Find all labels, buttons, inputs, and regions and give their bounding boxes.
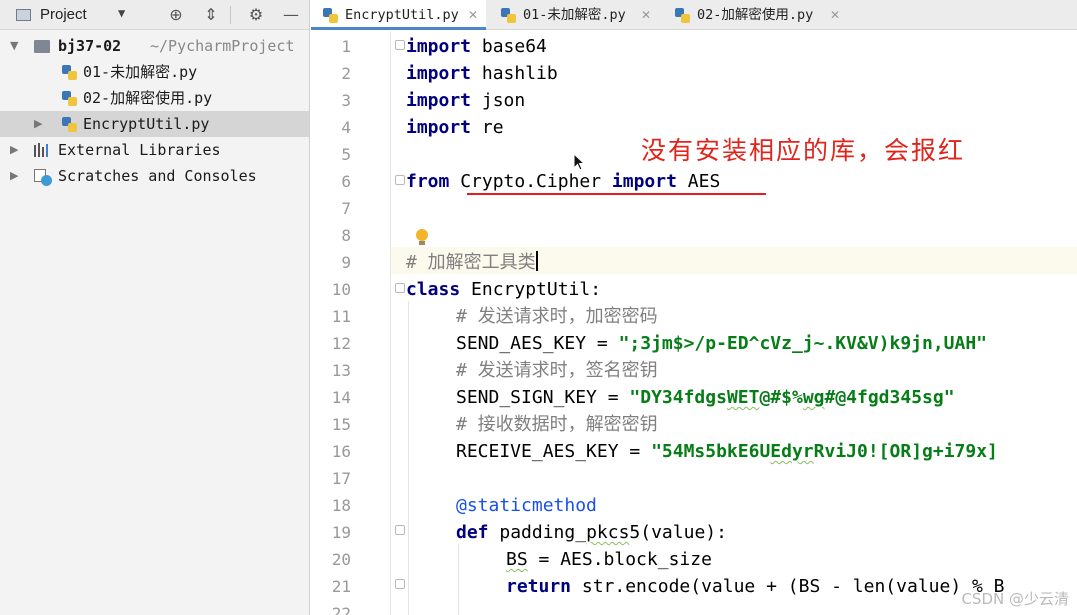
collapse-all-icon[interactable]: ⇕ [200, 4, 222, 26]
python-file-icon [62, 65, 77, 80]
line-number: 21 [331, 577, 351, 596]
minimize-icon[interactable]: — [280, 4, 302, 26]
python-file-icon [323, 8, 338, 23]
line-number: 6 [341, 172, 351, 191]
tab-label: EncryptUtil.py [345, 7, 459, 23]
tree-item-file-selected[interactable]: ▶ EncryptUtil.py [0, 111, 309, 137]
line-number: 20 [331, 550, 351, 569]
project-tool-window: Project ▼ ⊕ ⇕ ⚙ — ▼ bj37-02 ~/PycharmPro… [0, 0, 310, 615]
tab-encryptutil[interactable]: EncryptUtil.py ✕ [311, 0, 486, 30]
python-file-icon [675, 8, 690, 23]
gear-icon[interactable]: ⚙ [245, 4, 267, 26]
lightbulb-icon[interactable] [416, 229, 428, 245]
line-number: 8 [341, 226, 351, 245]
line-number: 17 [331, 469, 351, 488]
chevron-down-icon[interactable]: ▼ [118, 6, 125, 20]
locate-icon[interactable]: ⊕ [165, 4, 187, 26]
tree-item-project-root[interactable]: ▼ bj37-02 ~/PycharmProject [0, 33, 309, 59]
collapsed-arrow-icon[interactable]: ▶ [10, 137, 18, 163]
python-file-icon [501, 8, 516, 23]
code-line-1: import base64 [406, 36, 547, 57]
close-icon[interactable]: ✕ [468, 0, 478, 30]
fold-marker-icon[interactable] [395, 40, 405, 50]
close-icon[interactable]: ✕ [830, 0, 840, 30]
python-file-icon [62, 117, 77, 132]
code-line-2: import hashlib [406, 63, 558, 84]
line-number: 10 [331, 280, 351, 299]
folder-icon [34, 40, 50, 53]
line-number: 11 [331, 307, 351, 326]
tab-01[interactable]: 01-未加解密.py ✕ [489, 0, 661, 30]
code-line-13: # 发送请求时，签名密钥 [456, 360, 658, 381]
scratches-icon [34, 169, 52, 186]
code-line-11: # 发送请求时，加密密码 [456, 306, 658, 327]
text-caret [535, 251, 538, 271]
code-line-20: BS = AES.block_size [506, 549, 712, 570]
line-number: 7 [341, 199, 351, 218]
code-line-14: SEND_SIGN_KEY = "DY34fdgsWET@#$%wg#@4fgd… [456, 387, 955, 408]
project-root-path: ~/PycharmProject [150, 37, 295, 55]
line-number: 15 [331, 415, 351, 434]
file-label: EncryptUtil.py [83, 115, 210, 133]
line-number: 13 [331, 361, 351, 380]
line-number: 4 [341, 118, 351, 137]
expanded-arrow-icon[interactable]: ▼ [10, 33, 18, 59]
line-number: 14 [331, 388, 351, 407]
fold-marker-icon[interactable] [395, 525, 405, 535]
code-line-9: # 加解密工具类 [406, 251, 538, 273]
code-line-18: @staticmethod [456, 495, 597, 516]
line-number: 9 [341, 253, 351, 272]
line-number: 16 [331, 442, 351, 461]
code-line-4: import re [406, 117, 504, 138]
tab-label: 01-未加解密.py [523, 7, 626, 23]
fold-marker-icon[interactable] [395, 283, 405, 293]
tree-item-scratches[interactable]: ▶ Scratches and Consoles [0, 163, 309, 189]
line-number: 3 [341, 91, 351, 110]
code-line-15: # 接收数据时，解密密钥 [456, 414, 658, 435]
project-folder-icon [16, 9, 31, 21]
line-number: 19 [331, 523, 351, 542]
code-line-12: SEND_AES_KEY = ";3jm$>/p-ED^cVz_j~.KV&V)… [456, 333, 988, 354]
tab-02[interactable]: 02-加解密使用.py ✕ [663, 0, 853, 30]
line-number: 1 [341, 37, 351, 56]
code-line-6: from Crypto.Cipher import AES [406, 171, 721, 192]
collapsed-arrow-icon[interactable]: ▶ [10, 163, 18, 189]
tree-item-external-libraries[interactable]: ▶ External Libraries [0, 137, 309, 163]
python-file-icon [62, 91, 77, 106]
watermark: CSDN @少云清 [961, 590, 1069, 608]
toolbar-divider [230, 6, 231, 24]
libraries-icon [34, 143, 52, 157]
project-panel-header: Project ▼ ⊕ ⇕ ⚙ — [0, 0, 309, 30]
project-view-selector[interactable]: Project [40, 6, 87, 23]
line-number: 18 [331, 496, 351, 515]
tab-label: 02-加解密使用.py [697, 7, 814, 23]
close-icon[interactable]: ✕ [641, 0, 651, 30]
line-number: 2 [341, 64, 351, 83]
tree-item-file[interactable]: 02-加解密使用.py [0, 85, 309, 111]
file-label: 02-加解密使用.py [83, 89, 213, 107]
line-number: 22 [331, 604, 351, 615]
fold-marker-icon[interactable] [395, 175, 405, 185]
red-annotation-text: 没有安装相应的库，会报红 [641, 136, 966, 165]
code-line-3: import json [406, 90, 526, 111]
collapsed-arrow-icon[interactable]: ▶ [34, 111, 42, 137]
external-libraries-label: External Libraries [58, 141, 221, 159]
fold-marker-icon[interactable] [395, 579, 405, 589]
file-label: 01-未加解密.py [83, 63, 198, 81]
indent-guide [458, 544, 459, 615]
mouse-cursor-icon [573, 153, 585, 171]
code-line-21: return str.encode(value + (BS - len(valu… [506, 576, 1005, 597]
code-line-10: class EncryptUtil: [406, 279, 602, 300]
code-line-19: def padding_pkcs5(value): [456, 522, 727, 543]
line-number: 12 [331, 334, 351, 353]
code-editor[interactable]: 1 2 3 4 5 6 7 8 9 10 11 12 13 14 15 16 17 18 19 20 21 22 impo… [311, 31, 1077, 615]
editor-tab-bar: EncryptUtil.py ✕ 01-未加解密.py ✕ 02-加解密使用.p… [311, 0, 1077, 30]
code-line-16: RECEIVE_AES_KEY = "54Ms5bkE6UEdyrRviJ0![… [456, 441, 998, 462]
error-underline [467, 193, 766, 195]
tree-item-file[interactable]: 01-未加解密.py [0, 59, 309, 85]
indent-guide [408, 301, 409, 615]
project-root-label: bj37-02 [58, 37, 122, 55]
scratches-label: Scratches and Consoles [58, 167, 257, 185]
line-number: 5 [341, 145, 351, 164]
